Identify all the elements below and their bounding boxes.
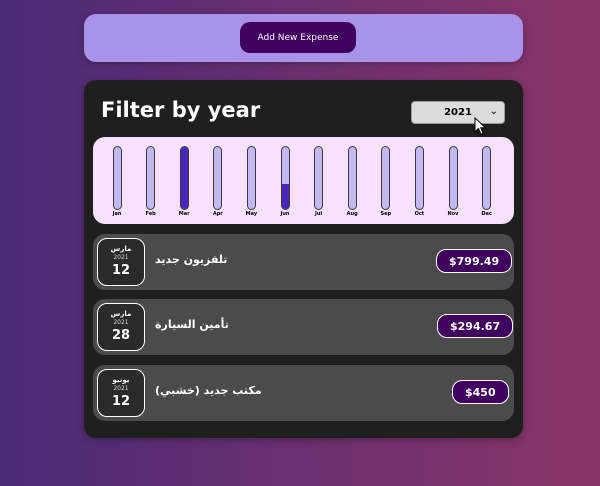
filter-title: Filter by year	[101, 98, 261, 122]
chart-bar-label: Dec	[481, 211, 492, 217]
chart-bar-apr: Apr	[206, 146, 230, 222]
expense-date-year: 2021	[113, 385, 129, 392]
chart-bar-fill	[180, 147, 188, 209]
expenses-panel: Filter by year 2021 ⌄ Jan Feb Mar Apr May Jun…	[84, 80, 523, 438]
chart-bar-jun: Jun	[273, 146, 297, 222]
chart-bar-label: Jan	[112, 211, 122, 217]
expense-date-month: مارس	[110, 245, 132, 253]
expenses-chart: Jan Feb Mar Apr May Jun Jul Aug Sep Oct Nov Dec	[93, 137, 514, 224]
chart-bar-dec: Dec	[475, 146, 499, 222]
chart-bar-label: May	[245, 211, 258, 217]
expense-date: مارس 2021 12	[97, 238, 145, 286]
chart-bar-aug: Aug	[340, 146, 364, 222]
expense-amount-badge: $450	[452, 380, 509, 404]
chart-bar-feb: Feb	[139, 146, 163, 222]
chart-bar-track	[112, 146, 122, 210]
year-select[interactable]: 2021 ⌄	[411, 101, 505, 124]
chart-bar-label: Sep	[380, 211, 392, 217]
chart-bar-track	[213, 146, 223, 210]
mouse-cursor-icon	[474, 117, 487, 136]
chart-bar-label: Feb	[145, 211, 156, 217]
expense-date: مارس 2021 28	[97, 303, 145, 351]
chart-bar-nov: Nov	[441, 146, 465, 222]
chart-bar-label: Oct	[414, 211, 425, 217]
expense-date-month: مارس	[110, 310, 132, 318]
chart-bar-track	[414, 146, 424, 210]
chart-bar-sep: Sep	[374, 146, 398, 222]
chart-bar-jan: Jan	[105, 146, 129, 222]
expense-title: مكتب جديد (خشبي)	[155, 384, 262, 397]
chart-bar-track	[246, 146, 256, 210]
chart-bar-label: Nov	[447, 211, 459, 217]
chart-bar-track	[146, 146, 156, 210]
chart-bar-track	[448, 146, 458, 210]
chart-bar-label: Aug	[346, 211, 358, 217]
expense-title: تأمين السيارة	[155, 318, 229, 331]
chart-bar-track	[179, 146, 189, 210]
expense-amount-badge: $799.49	[436, 249, 513, 273]
chart-bar-jul: Jul	[307, 146, 331, 222]
chart-bar-label: Jun	[280, 211, 290, 217]
year-select-value: 2021	[444, 107, 472, 118]
chart-bar-track	[482, 146, 492, 210]
expense-date-year: 2021	[113, 319, 129, 326]
chart-bar-label: Mar	[178, 211, 190, 217]
expense-title: تلفزيون جديد	[155, 253, 228, 266]
chart-bar-may: May	[239, 146, 263, 222]
chart-bar-fill	[281, 183, 289, 209]
chart-bar-label: Jul	[315, 211, 323, 217]
expense-item[interactable]: مارس 2021 12 تلفزيون جديد $799.49	[93, 234, 514, 290]
chart-bar-mar: Mar	[172, 146, 196, 222]
chart-bar-oct: Oct	[407, 146, 431, 222]
chevron-down-icon: ⌄	[489, 106, 498, 117]
expense-date-day: 12	[111, 394, 131, 409]
expense-date-day: 28	[111, 328, 131, 343]
expense-date-day: 12	[111, 263, 131, 278]
expense-item[interactable]: يونيو 2021 12 مكتب جديد (خشبي) $450	[93, 365, 514, 421]
expense-item[interactable]: مارس 2021 28 تأمين السيارة $294.67	[93, 299, 514, 355]
chart-bar-track	[347, 146, 357, 210]
chart-bar-track	[314, 146, 324, 210]
chart-bar-label: Apr	[212, 211, 223, 217]
expense-amount-badge: $294.67	[437, 314, 514, 338]
new-expense-panel: Add New Expense	[84, 14, 523, 62]
expense-date-month: يونيو	[112, 376, 130, 384]
expense-date: يونيو 2021 12	[97, 369, 145, 417]
expense-date-year: 2021	[113, 254, 129, 261]
chart-bar-track	[381, 146, 391, 210]
chart-bar-track	[280, 146, 290, 210]
add-new-expense-button[interactable]: Add New Expense	[240, 22, 356, 53]
